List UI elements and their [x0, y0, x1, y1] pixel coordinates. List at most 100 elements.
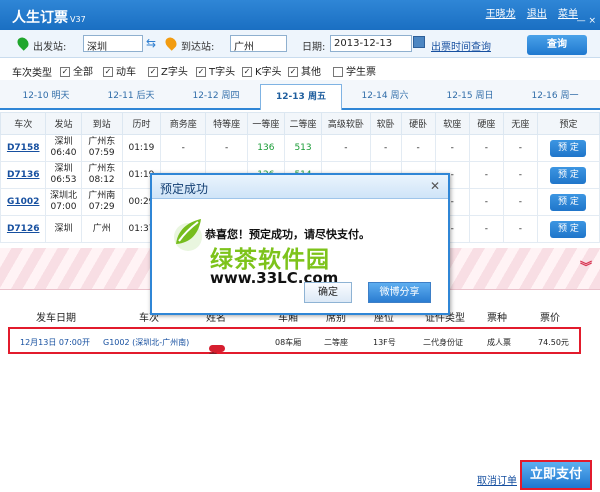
to-label: 到达站:: [181, 42, 215, 53]
date-tab[interactable]: 12-10 明天: [7, 84, 85, 108]
redaction-mark: [209, 345, 225, 352]
filter-emu[interactable]: ✓ 动车: [103, 63, 136, 78]
filter-k[interactable]: ✓ K字头: [242, 63, 282, 78]
to-station: 广州东: [88, 137, 116, 147]
seat-soft: -: [434, 134, 470, 162]
date-tabs: 12-10 明天 12-11 后天 12-12 周四 12-13 周五 12-1…: [0, 80, 600, 110]
checkbox-icon: ✓: [103, 67, 113, 77]
close-icon[interactable]: ✕: [430, 179, 440, 193]
book-button[interactable]: 预 定: [550, 139, 587, 157]
to-station-input[interactable]: 广州: [230, 35, 287, 53]
app-title: 人生订票 V37: [12, 7, 86, 27]
train-code[interactable]: D7126: [7, 224, 40, 234]
to-time: 07:59: [88, 148, 115, 158]
filter-label: 车次类型: [12, 68, 52, 79]
menu-link[interactable]: 菜单: [558, 9, 578, 20]
filter-other[interactable]: ✓ 其他: [288, 63, 321, 78]
checkbox-icon: ✓: [196, 67, 206, 77]
swap-stations-icon[interactable]: ⇆: [146, 36, 156, 50]
schedule-link[interactable]: 出票时间查询: [431, 38, 491, 53]
cancel-order-link[interactable]: 取消订单: [477, 472, 517, 487]
to-time: 08:12: [88, 175, 115, 185]
seat-hard: -: [468, 215, 504, 243]
from-station: 深圳: [54, 137, 73, 147]
weibo-share-button[interactable]: 微博分享: [368, 282, 431, 303]
from-station: 深圳: [54, 223, 73, 234]
window-controls: — ×: [577, 16, 596, 26]
seat-second: 513: [283, 134, 323, 162]
minimize-icon[interactable]: —: [577, 16, 586, 26]
order-carriage: 08车厢: [275, 338, 302, 347]
date-tab[interactable]: 12-11 后天: [92, 84, 170, 108]
seat-hard: -: [468, 161, 504, 189]
to-time: 07:29: [88, 202, 115, 212]
query-button[interactable]: 查询: [527, 35, 587, 55]
date-tab-active[interactable]: 12-13 周五: [260, 84, 342, 110]
date-label: 日期:: [302, 42, 326, 53]
filter-t[interactable]: ✓ T字头: [196, 63, 235, 78]
order-row[interactable]: 12月13日 07:00开 G1002 (深圳北-广州南) 王 08车厢 二等座…: [8, 327, 581, 355]
filter-all[interactable]: ✓ 全部: [60, 63, 93, 78]
order-date: 12月13日 07:00开: [20, 338, 90, 347]
date-tab[interactable]: 12-12 周四: [177, 84, 255, 108]
from-station-input[interactable]: 深圳: [83, 35, 143, 53]
from-time: 06:40: [50, 148, 77, 158]
train-code[interactable]: G1002: [7, 197, 39, 207]
leaf-logo-icon: [174, 219, 202, 251]
column-header: 无座: [502, 112, 538, 135]
book-button[interactable]: 预 定: [550, 220, 587, 238]
column-header: 票种: [487, 313, 507, 324]
book-button[interactable]: 预 定: [550, 166, 587, 184]
checkbox-icon: ✓: [288, 67, 298, 77]
from-time: 07:00: [50, 202, 77, 212]
seat-first: 136: [246, 134, 285, 162]
seat-none: -: [502, 161, 538, 189]
seat-soft-sleeper: -: [369, 134, 402, 162]
checkbox-icon: ✓: [242, 67, 252, 77]
order-id-type: 二代身份证: [423, 338, 463, 347]
filter-z[interactable]: ✓ Z字头: [148, 63, 188, 78]
seat-special: -: [205, 134, 248, 162]
train-code[interactable]: D7158: [7, 143, 40, 153]
user-name[interactable]: 王晓龙: [486, 9, 516, 20]
order-price: 74.50元: [538, 338, 569, 347]
departure-pin-icon: [15, 35, 31, 51]
from-label: 出发站:: [33, 42, 67, 53]
column-header: 发站: [45, 112, 82, 135]
calendar-icon[interactable]: [413, 36, 425, 48]
date-tab[interactable]: 12-16 周一: [516, 84, 594, 108]
seat-hard: -: [468, 134, 504, 162]
column-header: 到站: [80, 112, 123, 135]
column-header: 硬卧: [400, 112, 436, 135]
filter-student[interactable]: 学生票: [333, 63, 376, 78]
train-code[interactable]: D7136: [7, 170, 40, 180]
seat-hard-sleeper: -: [400, 134, 436, 162]
close-window-icon[interactable]: ×: [588, 16, 596, 26]
column-header: 一等座: [246, 112, 285, 135]
app-version: V37: [70, 15, 86, 24]
seat-none: -: [502, 134, 538, 162]
column-header: 车次: [0, 112, 47, 135]
title-bar: 人生订票 V37 王晓龙 退出 菜单 — ×: [0, 0, 600, 30]
to-station: 广州: [92, 223, 111, 234]
column-header: 二等座: [283, 112, 323, 135]
book-button[interactable]: 预 定: [550, 193, 587, 211]
checkbox-icon: ✓: [60, 67, 70, 77]
booking-success-dialog: 预定成功 ✕ 恭喜您！预定成功，请尽快支付。 绿茶软件园 www.33LC.co…: [150, 173, 450, 315]
chevron-double-down-icon[interactable]: ︾: [580, 258, 592, 275]
seat-none: -: [502, 215, 538, 243]
app-title-text: 人生订票: [12, 10, 68, 26]
from-station: 深圳: [54, 164, 73, 174]
bottom-bar: 取消订单 立即支付: [0, 460, 600, 492]
confirm-button[interactable]: 确定: [304, 282, 352, 303]
date-tab[interactable]: 12-15 周日: [431, 84, 509, 108]
pay-now-button[interactable]: 立即支付: [520, 460, 592, 490]
seat-none: -: [502, 188, 538, 216]
date-input[interactable]: 2013-12-13: [330, 35, 412, 52]
order-seat-class: 二等座: [324, 338, 348, 347]
date-tab[interactable]: 12-14 周六: [346, 84, 424, 108]
top-links: 王晓龙 退出 菜单: [478, 5, 578, 20]
table-header: 车次 发站 到站 历时 商务座 特等座 一等座 二等座 高级软卧 软卧 硬卧 软…: [0, 112, 600, 135]
order-train: G1002 (深圳北-广州南): [103, 338, 190, 347]
logout-link[interactable]: 退出: [527, 9, 547, 20]
